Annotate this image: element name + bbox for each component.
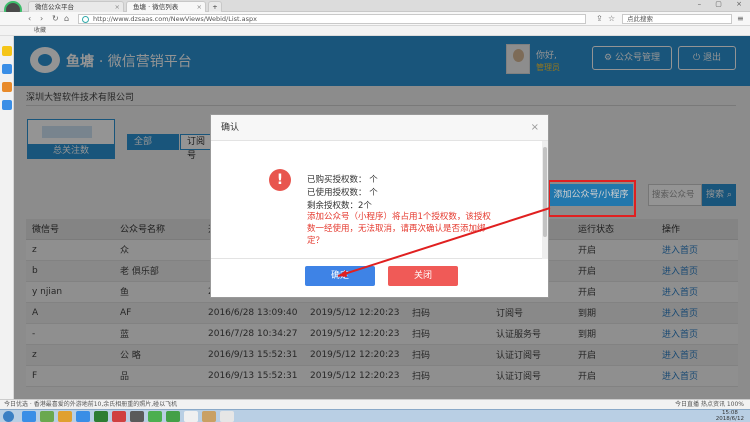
taskbar-app-icon[interactable] [94,411,108,422]
status-news[interactable]: 今日优选 · 香港最喜爱的外游地前10,余氏相册重的照片,碰以飞机 [4,401,177,408]
taskbar-app-icon[interactable] [166,411,180,422]
clock-date: 2018/6/12 [715,416,744,422]
system-clock[interactable]: 15:08 2018/6/12 [716,410,744,422]
start-button-icon[interactable] [3,411,14,422]
browser-status-bar: 今日优选 · 香港最喜爱的外游地前10,余氏相册重的照片,碰以飞机 今日直播 热… [0,399,750,409]
taskbar-app-icon[interactable] [184,411,198,422]
taskbar-app-icon[interactable] [220,411,234,422]
windows-taskbar: 15:08 2018/6/12 [0,409,750,422]
taskbar-app-icon[interactable] [112,411,126,422]
taskbar-app-icon[interactable] [202,411,216,422]
arrow-head [338,270,347,277]
status-right[interactable]: 今日直播 热点资讯 100% [675,400,744,409]
annotation-arrow [337,207,551,277]
arrow-line [337,207,551,277]
taskbar-app-icon[interactable] [40,411,54,422]
taskbar-app-icon[interactable] [76,411,90,422]
taskbar-folder-icon[interactable] [58,411,72,422]
taskbar-ie-icon[interactable] [22,411,36,422]
taskbar-app-icon[interactable] [130,411,144,422]
taskbar-wechat-icon[interactable] [148,411,162,422]
